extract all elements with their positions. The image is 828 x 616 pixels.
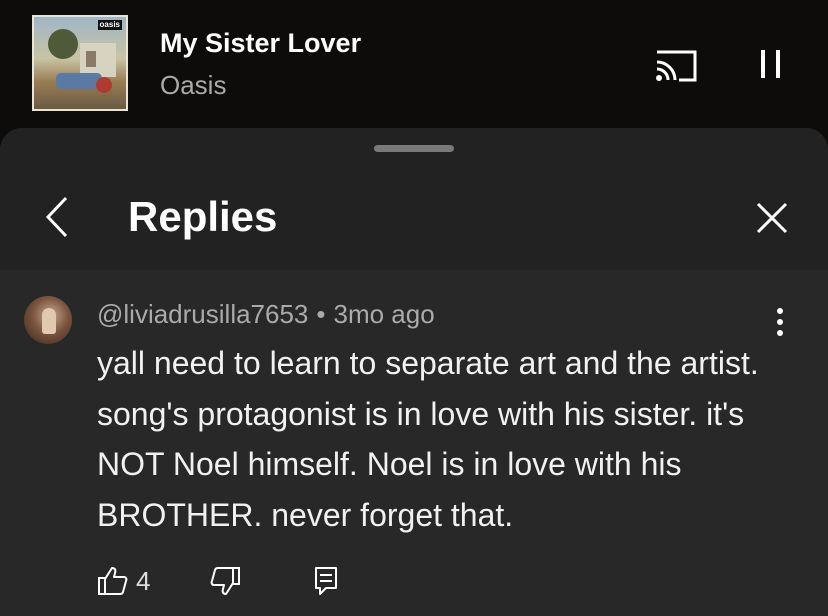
close-icon	[756, 202, 788, 234]
back-button[interactable]	[40, 194, 76, 240]
like-button[interactable]	[96, 564, 130, 598]
thumbs-up-icon	[98, 567, 128, 595]
meta-separator: •	[316, 299, 326, 329]
avatar[interactable]	[24, 296, 72, 344]
album-art-bike	[96, 77, 112, 93]
page-title: Replies	[128, 193, 278, 240]
reply-button[interactable]	[312, 564, 340, 598]
pause-button[interactable]	[753, 46, 789, 82]
album-logo: oasis	[97, 20, 122, 30]
album-art[interactable]: oasis	[32, 15, 128, 111]
artist-name[interactable]: Oasis	[160, 68, 226, 102]
chevron-left-icon	[45, 196, 68, 238]
comment-text: yall need to learn to separate art and t…	[97, 345, 759, 533]
cast-icon	[656, 50, 697, 82]
album-art-tree	[48, 29, 78, 59]
drag-handle[interactable]	[374, 145, 454, 152]
pause-icon	[761, 50, 780, 78]
comment: @liviadrusilla7653 • 3mo ago yall need to …	[0, 270, 828, 616]
more-vertical-icon	[777, 308, 783, 336]
comment-time: 3mo ago	[333, 299, 435, 329]
song-title[interactable]: My Sister Lover	[160, 26, 361, 60]
like-count: 4	[136, 566, 151, 596]
sheet-header: Replies	[0, 128, 828, 270]
comment-meta: @liviadrusilla7653 • 3mo ago	[97, 298, 435, 330]
avatar-figure	[42, 308, 56, 334]
more-options-button[interactable]	[766, 304, 794, 340]
close-button[interactable]	[752, 198, 792, 238]
thumbs-down-icon	[210, 567, 240, 595]
dislike-button[interactable]	[208, 564, 242, 598]
reply-icon	[315, 567, 337, 595]
replies-sheet: Replies @liviadrusilla7653 • 3mo ago yall …	[0, 128, 828, 616]
album-art-car	[56, 73, 102, 89]
mini-player[interactable]: oasis My Sister Lover Oasis	[0, 0, 828, 128]
comment-author[interactable]: @liviadrusilla7653	[97, 299, 308, 329]
album-art-door	[86, 51, 96, 67]
comment-actions: 4	[0, 564, 828, 604]
cast-button[interactable]	[653, 48, 699, 84]
